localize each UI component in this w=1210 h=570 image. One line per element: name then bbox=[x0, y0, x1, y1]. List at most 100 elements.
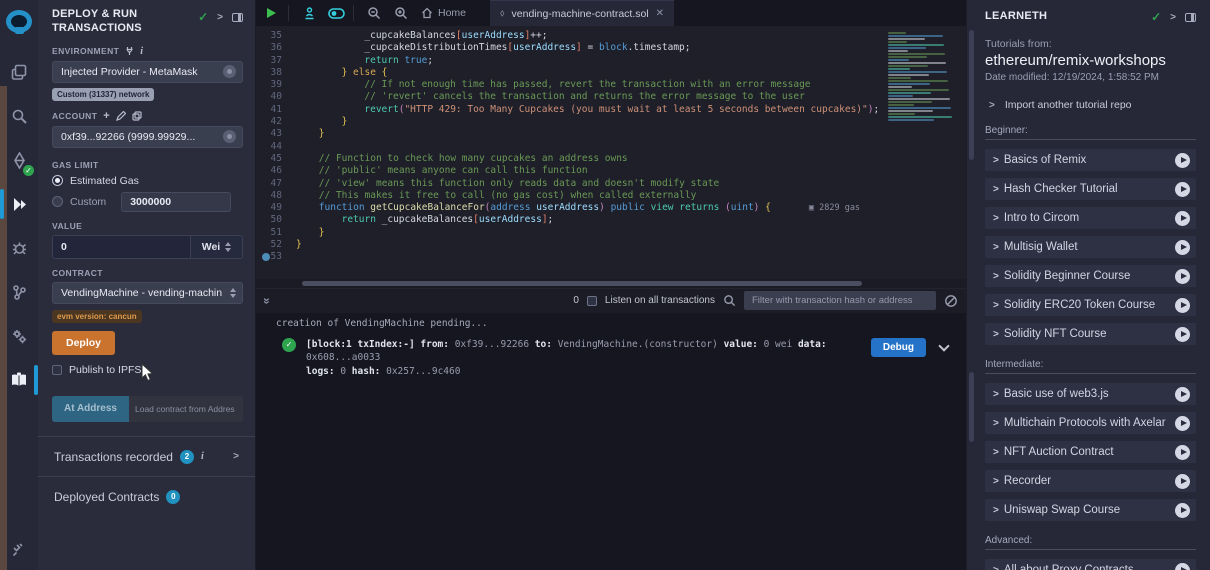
tutorial-item[interactable]: >Solidity NFT Course bbox=[985, 323, 1196, 345]
code-line-35[interactable]: 35_cupcakeBalances[userAddress]++; bbox=[256, 30, 966, 42]
code-line-52[interactable]: 52} bbox=[256, 239, 966, 251]
start-tutorial-play-icon[interactable] bbox=[1175, 182, 1190, 197]
start-tutorial-play-icon[interactable] bbox=[1175, 211, 1190, 226]
environment-select[interactable]: Injected Provider - MetaMask bbox=[52, 61, 243, 83]
code-line-50[interactable]: 50return _cupcakeBalances[userAddress]; bbox=[256, 214, 966, 226]
custom-gas-radio[interactable] bbox=[52, 196, 63, 207]
code-line-41[interactable]: 41revert("HTTP 429: Too Many Cupcakes (y… bbox=[256, 104, 966, 116]
tutorial-item[interactable]: >Uniswap Swap Course bbox=[985, 499, 1196, 521]
account-select[interactable]: 0xf39...92266 (9999.99929... bbox=[52, 126, 243, 148]
tutorial-expand-icon[interactable]: > bbox=[993, 213, 999, 224]
panel-collapse-icon[interactable]: > bbox=[217, 12, 223, 23]
tutorial-item[interactable]: >Basic use of web3.js bbox=[985, 383, 1196, 405]
tab-vending-machine-contract[interactable]: ⬨ vending-machine-contract.sol ✕ bbox=[490, 0, 674, 26]
panel-layout-icon[interactable] bbox=[232, 13, 243, 22]
add-account-icon[interactable]: + bbox=[103, 110, 110, 122]
debug-button[interactable]: Debug bbox=[871, 338, 926, 357]
listen-transactions-checkbox[interactable] bbox=[587, 296, 597, 306]
code-line-51[interactable]: 51} bbox=[256, 227, 966, 239]
file-explorer-icon[interactable] bbox=[0, 54, 38, 90]
solidity-compiler-icon[interactable]: ✓ bbox=[0, 142, 38, 178]
terminal-filter-input[interactable] bbox=[744, 291, 936, 310]
code-line-36[interactable]: 36_cupcakeDistributionTimes[userAddress]… bbox=[256, 42, 966, 54]
code-line-45[interactable]: 45// Function to check how many cupcakes… bbox=[256, 153, 966, 165]
account-settings-icon[interactable] bbox=[223, 130, 236, 143]
tutorial-item[interactable]: >Recorder bbox=[985, 470, 1196, 492]
home-tab[interactable]: Home bbox=[413, 7, 474, 19]
code-editor[interactable]: 35_cupcakeBalances[userAddress]++;36_cup… bbox=[256, 26, 966, 279]
code-line-44[interactable]: 44 bbox=[256, 141, 966, 153]
tutorial-expand-icon[interactable]: > bbox=[993, 155, 999, 166]
tutorial-expand-icon[interactable]: > bbox=[993, 389, 999, 400]
tutorial-item[interactable]: >Solidity Beginner Course bbox=[985, 265, 1196, 287]
search-icon[interactable] bbox=[0, 98, 38, 134]
start-tutorial-play-icon[interactable] bbox=[1175, 269, 1190, 284]
code-line-39[interactable]: 39// If not enough time has passed, reve… bbox=[256, 79, 966, 91]
start-tutorial-play-icon[interactable] bbox=[1175, 387, 1190, 402]
tx-expand-chevron-icon[interactable] bbox=[938, 340, 949, 351]
plugin-manager-icon[interactable] bbox=[0, 532, 38, 568]
panel-scrollbar-thumb2[interactable] bbox=[969, 372, 974, 442]
editor-hscrollbar[interactable] bbox=[256, 279, 966, 288]
info-icon[interactable]: i bbox=[140, 46, 143, 57]
publish-ipfs-checkbox[interactable] bbox=[52, 365, 62, 375]
start-tutorial-play-icon[interactable] bbox=[1175, 240, 1190, 255]
tutorial-item[interactable]: >Multichain Protocols with Axelar bbox=[985, 412, 1196, 434]
copy-account-icon[interactable] bbox=[132, 111, 142, 121]
settings-icon[interactable] bbox=[0, 318, 38, 354]
tutorial-item[interactable]: >Basics of Remix bbox=[985, 149, 1196, 171]
code-line-48[interactable]: 48// This makes it free to call (no gas … bbox=[256, 190, 966, 202]
start-tutorial-play-icon[interactable] bbox=[1175, 503, 1190, 518]
deploy-button[interactable]: Deploy bbox=[52, 331, 115, 355]
import-tutorial-repo[interactable]: > Import another tutorial repo bbox=[989, 99, 1196, 111]
code-line-43[interactable]: 43} bbox=[256, 128, 966, 140]
tutorial-expand-icon[interactable]: > bbox=[993, 329, 999, 340]
start-tutorial-play-icon[interactable] bbox=[1175, 298, 1190, 313]
start-tutorial-play-icon[interactable] bbox=[1175, 445, 1190, 460]
transactions-expand-icon[interactable]: > bbox=[233, 451, 239, 462]
editor-minimap[interactable] bbox=[888, 32, 964, 128]
tutorial-expand-icon[interactable]: > bbox=[993, 300, 999, 311]
code-line-40[interactable]: 40// 'revert' cancels the transaction an… bbox=[256, 91, 966, 103]
walkthrough-person-icon[interactable] bbox=[297, 3, 321, 23]
value-input[interactable]: 0 bbox=[53, 236, 190, 258]
tutorial-expand-icon[interactable]: > bbox=[993, 242, 999, 253]
panel-scrollbar-thumb[interactable] bbox=[969, 30, 974, 160]
breakpoint-dot[interactable] bbox=[262, 253, 270, 261]
start-tutorial-play-icon[interactable] bbox=[1175, 327, 1190, 342]
code-line-37[interactable]: 37return true; bbox=[256, 55, 966, 67]
deployed-contracts-row[interactable]: Deployed Contracts 0 bbox=[52, 477, 243, 516]
sign-message-icon[interactable] bbox=[116, 111, 126, 121]
transactions-info-icon[interactable]: i bbox=[201, 451, 204, 462]
environment-settings-icon[interactable] bbox=[223, 65, 236, 78]
zoom-in-icon[interactable] bbox=[389, 3, 413, 23]
tutorial-expand-icon[interactable]: > bbox=[993, 447, 999, 458]
learneth-plugin-icon[interactable] bbox=[0, 362, 38, 398]
tutorial-item[interactable]: >All about Proxy Contracts bbox=[985, 559, 1196, 570]
clear-console-icon[interactable] bbox=[944, 294, 958, 308]
tutorial-item[interactable]: >NFT Auction Contract bbox=[985, 441, 1196, 463]
tutorial-item[interactable]: >Multisig Wallet bbox=[985, 236, 1196, 258]
terminal-expand-icon[interactable]: » bbox=[260, 294, 274, 308]
code-line-38[interactable]: 38} else { bbox=[256, 67, 966, 79]
toggle-icon[interactable] bbox=[324, 3, 348, 23]
tutorial-expand-icon[interactable]: > bbox=[993, 271, 999, 282]
tutorial-expand-icon[interactable]: > bbox=[993, 184, 999, 195]
zoom-out-icon[interactable] bbox=[362, 3, 386, 23]
debugger-icon[interactable] bbox=[0, 230, 38, 266]
start-tutorial-play-icon[interactable] bbox=[1175, 474, 1190, 489]
code-line-53[interactable]: 53 bbox=[256, 251, 966, 263]
code-line-42[interactable]: 42} bbox=[256, 116, 966, 128]
tutorial-expand-icon[interactable]: > bbox=[993, 565, 999, 570]
hscrollbar-thumb[interactable] bbox=[302, 281, 862, 286]
tutorial-expand-icon[interactable]: > bbox=[993, 476, 999, 487]
code-line-49[interactable]: 49function getCupcakeBalanceFor(address … bbox=[256, 202, 966, 214]
tutorial-item[interactable]: >Solidity ERC20 Token Course bbox=[985, 294, 1196, 316]
run-script-icon[interactable] bbox=[259, 3, 283, 23]
learneth-collapse-icon[interactable]: > bbox=[1170, 12, 1176, 23]
tutorial-item[interactable]: >Hash Checker Tutorial bbox=[985, 178, 1196, 200]
tutorial-expand-icon[interactable]: > bbox=[993, 418, 999, 429]
code-line-47[interactable]: 47// 'view' means this function only rea… bbox=[256, 178, 966, 190]
git-icon[interactable] bbox=[0, 274, 38, 310]
deploy-and-run-icon[interactable] bbox=[0, 186, 38, 222]
